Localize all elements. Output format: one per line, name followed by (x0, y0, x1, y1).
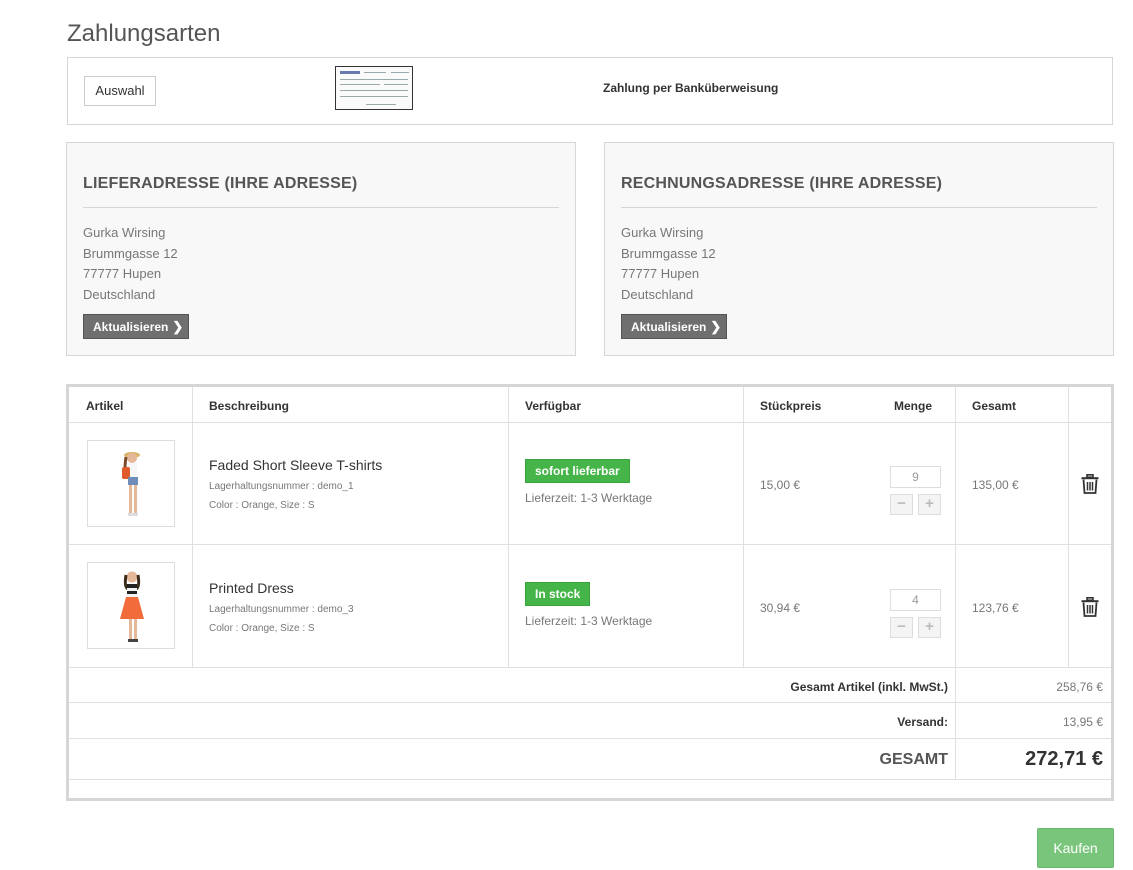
grand-total-value: 272,71 € (1025, 748, 1103, 770)
shipping-address-lines: Gurka Wirsing Brummgasse 12 77777 Hupen … (83, 223, 178, 306)
delivery-time: Lieferzeit: 1-3 Werktage (525, 614, 653, 628)
trash-icon[interactable] (1081, 597, 1099, 617)
bank-transfer-form-icon (335, 66, 413, 110)
grand-total-label: GESAMT (879, 751, 948, 768)
address-line: Deutschland (621, 287, 694, 303)
address-line: Gurka Wirsing (83, 225, 166, 240)
divider (621, 207, 1097, 208)
availability-badge: sofort lieferbar (525, 459, 630, 483)
update-billing-address-button[interactable]: Aktualisieren ❯ (621, 314, 727, 339)
billing-address-title: RECHNUNGSADRESSE (IHRE ADRESSE) (621, 175, 943, 192)
address-line: Gurka Wirsing (621, 225, 704, 240)
payment-method-row: Auswahl Zahlung per Banküberweisung (67, 57, 1113, 125)
update-shipping-address-button[interactable]: Aktualisieren ❯ (83, 314, 189, 339)
header-total: Gesamt (972, 399, 1017, 413)
quantity-decrease-button[interactable]: − (890, 617, 913, 638)
availability-badge: In stock (525, 582, 591, 606)
product-name[interactable]: Printed Dress (209, 580, 294, 596)
address-line: 77777 Hupen (621, 266, 700, 282)
chevron-right-icon: ❯ (710, 319, 722, 334)
product-sku: Lagerhaltungsnummer : demo_1 (209, 481, 354, 492)
quantity-increase-button[interactable]: + (918, 494, 941, 515)
product-name[interactable]: Faded Short Sleeve T-shirts (209, 457, 382, 473)
header-quantity: Menge (894, 399, 933, 413)
unit-price: 30,94 € (760, 601, 801, 615)
chevron-right-icon: ❯ (172, 319, 184, 334)
address-line: 77777 Hupen (83, 266, 162, 282)
billing-address-lines: Gurka Wirsing Brummgasse 12 77777 Hupen … (621, 223, 716, 306)
divider (83, 207, 559, 208)
address-line: Brummgasse 12 (83, 245, 178, 261)
product-image[interactable] (87, 562, 175, 649)
col-divider (955, 387, 956, 779)
row-divider (69, 779, 1111, 780)
update-label: Aktualisieren (93, 320, 169, 334)
product-sku: Lagerhaltungsnummer : demo_3 (209, 604, 354, 615)
quantity-increase-button[interactable]: + (918, 617, 941, 638)
header-description: Beschreibung (209, 399, 290, 413)
col-divider (1068, 387, 1069, 667)
address-line: Deutschland (83, 287, 156, 303)
buy-button[interactable]: Kaufen (1037, 828, 1114, 868)
product-image[interactable] (87, 440, 175, 527)
shipping-value: 13,95 € (1062, 715, 1103, 729)
payment-method-label: Zahlung per Banküberweisung (603, 81, 779, 95)
shipping-address-box: LIEFERADRESSE (IHRE ADRESSE) Gurka Wirsi… (66, 142, 576, 356)
header-availability: Verfügbar (525, 399, 582, 413)
col-divider (508, 387, 509, 667)
col-divider (192, 387, 193, 667)
billing-address-box: RECHNUNGSADRESSE (IHRE ADRESSE) Gurka Wi… (604, 142, 1114, 356)
update-label: Aktualisieren (631, 320, 707, 334)
product-attributes: Color : Orange, Size : S (209, 623, 315, 634)
shipping-label: Versand: (897, 715, 948, 729)
address-line: Brummgasse 12 (621, 245, 716, 261)
quantity-input[interactable] (890, 589, 941, 611)
cart-table: Artikel Beschreibung Verfügbar Stückprei… (66, 384, 1114, 801)
line-total: 135,00 € (972, 478, 1019, 492)
header-unit-price: Stückpreis (760, 399, 822, 413)
page-title: Zahlungsarten (67, 20, 221, 47)
unit-price: 15,00 € (760, 478, 801, 492)
product-attributes: Color : Orange, Size : S (209, 500, 315, 511)
delivery-time: Lieferzeit: 1-3 Werktage (525, 491, 653, 505)
quantity-decrease-button[interactable]: − (890, 494, 913, 515)
trash-icon[interactable] (1081, 474, 1099, 494)
line-total: 123,76 € (972, 601, 1019, 615)
col-divider (743, 387, 744, 667)
shipping-address-title: LIEFERADRESSE (IHRE ADRESSE) (83, 175, 358, 192)
header-article: Artikel (86, 399, 124, 413)
subtotal-label: Gesamt Artikel (inkl. MwSt.) (790, 680, 948, 694)
quantity-input[interactable] (890, 466, 941, 488)
payment-select-button[interactable]: Auswahl (84, 76, 156, 106)
subtotal-value: 258,76 € (1056, 680, 1103, 694)
